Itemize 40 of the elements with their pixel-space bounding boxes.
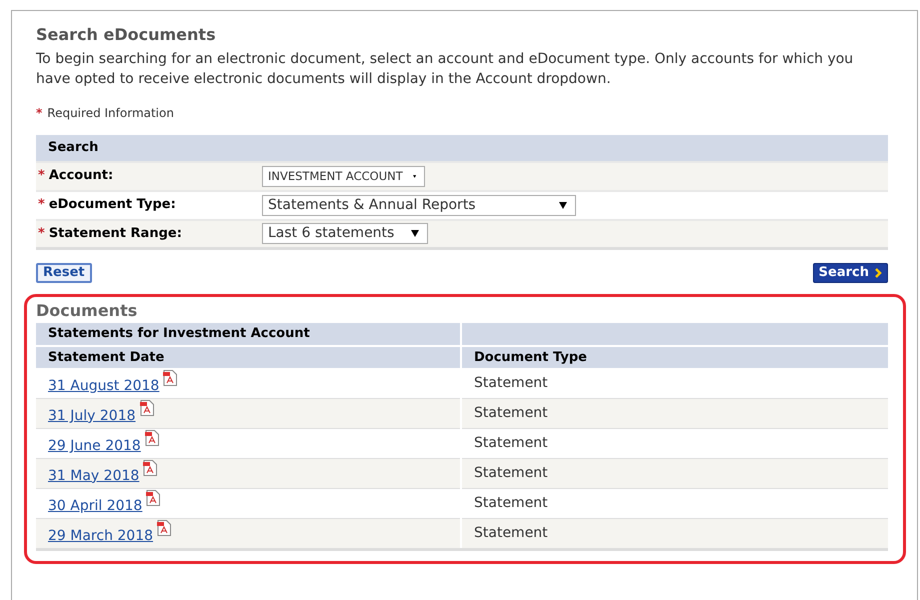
statement-link[interactable]: 31 August 2018 [48,378,164,394]
required-note: Required Information [47,105,174,122]
pdf-icon[interactable] [144,430,159,446]
search-button[interactable]: Search [812,263,888,284]
field-label: Statement Range: [48,225,182,244]
dropdown[interactable]: Last 6 statements [262,223,428,244]
field-label: Account: [48,167,114,186]
table-cell: Statement [461,368,888,398]
table-cell: Statement [461,488,888,518]
required-marker: * [38,167,45,186]
field-label: eDocument Type: [48,196,176,214]
reset-button[interactable]: Reset [36,263,92,284]
column-header: Document Type [461,346,888,368]
pdf-icon[interactable] [143,460,158,476]
statement-link[interactable]: 31 May 2018 [48,468,144,484]
page-title: Search eDocuments [36,25,217,44]
dropdown[interactable]: Statements & Annual Reports [262,194,576,216]
required-marker: * [38,225,45,244]
table-cell: Statement [461,458,888,488]
caret-icon [411,230,419,238]
statement-link[interactable]: 29 March 2018 [48,528,158,544]
required-marker: * [38,196,45,214]
pdf-icon[interactable] [163,370,178,386]
statement-link[interactable]: 29 June 2018 [48,438,145,454]
column-header: Statement Date [36,346,461,368]
chevron-icon [875,268,882,278]
caret-icon [412,172,416,180]
required-marker: * [36,105,42,122]
pdf-icon[interactable] [157,520,172,536]
statement-link[interactable]: 30 April 2018 [48,498,146,514]
table-cell: Statement [461,518,888,550]
dropdown[interactable]: INVESTMENT ACCOUNT [262,166,425,187]
table-cell: Statement [461,428,888,458]
caret-icon [559,202,567,209]
table-cell: Statement [461,398,888,428]
section-title: Documents [36,301,138,320]
pdf-icon[interactable] [140,400,154,416]
statement-link[interactable]: 31 July 2018 [48,408,140,424]
intro-text: To begin searching for an electronic document, select an account and eDocument type. Only accounts for which you have opted to receive electronic documents will display in the Account dropdown. [36,50,854,90]
pdf-icon[interactable] [146,490,160,506]
